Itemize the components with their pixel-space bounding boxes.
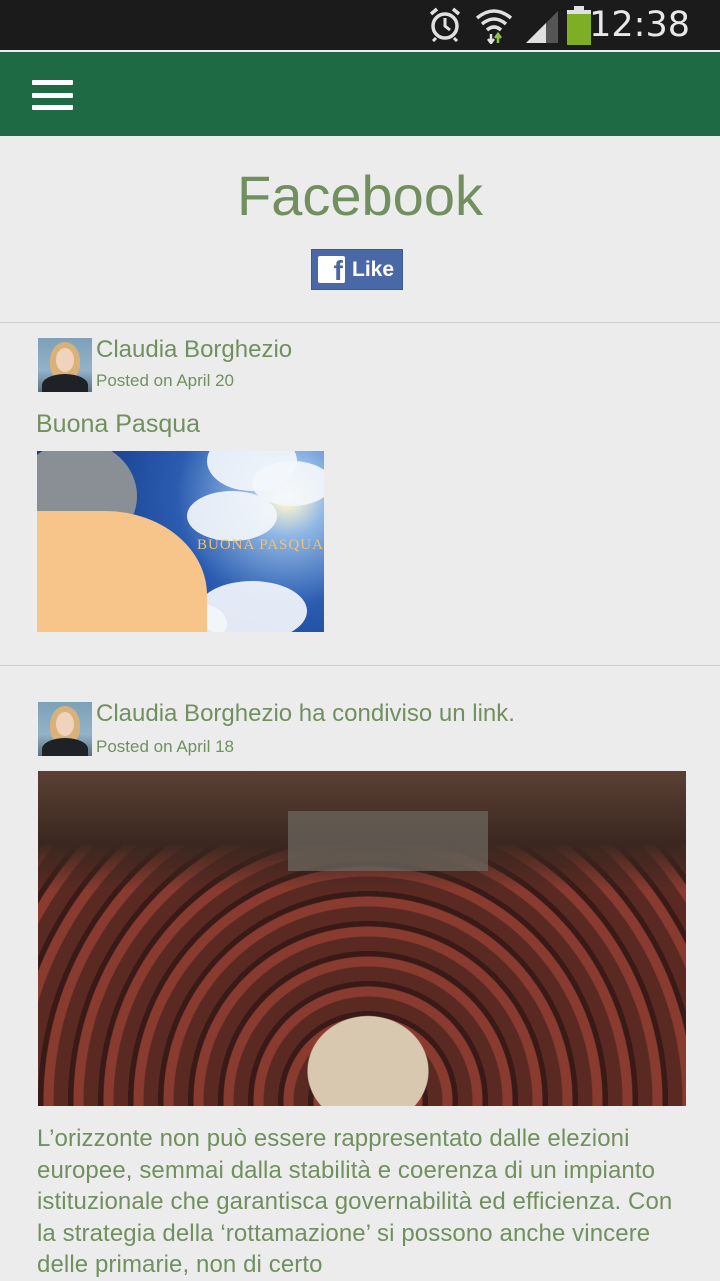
divider: [0, 322, 720, 323]
signal-icon: [526, 11, 558, 43]
post-link-image[interactable]: [38, 771, 686, 1106]
post-date: Posted on April 18: [96, 737, 234, 756]
post-image[interactable]: BUONA PASQUA: [37, 451, 324, 632]
status-time: 12:38: [589, 5, 690, 45]
battery-icon: [567, 6, 591, 45]
avatar[interactable]: [38, 702, 92, 756]
wifi-icon: [475, 9, 513, 44]
divider: [0, 665, 720, 666]
facebook-like-button[interactable]: f Like: [311, 249, 403, 290]
app-bar: [0, 52, 720, 136]
alarm-icon: [429, 7, 461, 42]
post-author[interactable]: Claudia Borghezio: [96, 336, 292, 364]
post-image-caption: BUONA PASQUA: [197, 537, 324, 553]
hamburger-menu-icon[interactable]: [32, 80, 73, 110]
facebook-f-icon: f: [318, 255, 345, 286]
post-body: L’orizzonte non può essere rappresentato…: [37, 1125, 673, 1278]
page-title: Facebook: [237, 164, 483, 227]
post-heading: Buona Pasqua: [36, 410, 201, 438]
post-author[interactable]: Claudia Borghezio ha condiviso un link.: [96, 700, 515, 728]
avatar[interactable]: [38, 338, 92, 392]
status-bar: 12:38: [0, 0, 720, 50]
like-label: Like: [352, 258, 395, 281]
post-date: Posted on April 20: [96, 371, 234, 390]
